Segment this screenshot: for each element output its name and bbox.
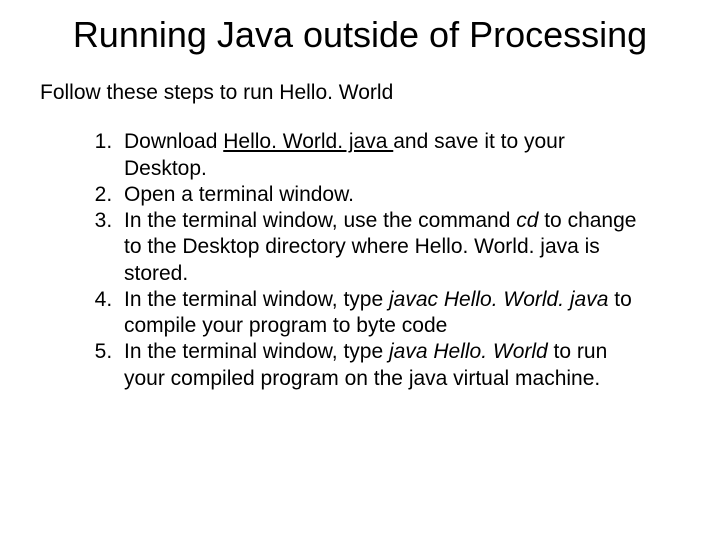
step-1-text-a: Download [124,130,223,153]
step-3: In the terminal window, use the command … [118,208,650,287]
step-1: Download Hello. World. java and save it … [118,129,650,182]
step-4-cmd: javac Hello. World. java [389,288,608,311]
steps-list: Download Hello. World. java and save it … [90,129,680,392]
step-3-text-a: In the terminal window, use the command [124,209,516,232]
step-5: In the terminal window, type java Hello.… [118,339,650,392]
step-4-text-a: In the terminal window, type [124,288,389,311]
step-2: Open a terminal window. [118,182,650,208]
step-5-text-a: In the terminal window, type [124,340,389,363]
step-3-cmd: cd [516,209,538,232]
slide: Running Java outside of Processing Follo… [0,0,720,540]
step-5-cmd: java Hello. World [389,340,548,363]
intro-text: Follow these steps to run Hello. World [40,81,680,105]
download-link[interactable]: Hello. World. java [223,130,393,153]
step-4: In the terminal window, type javac Hello… [118,287,650,340]
slide-title: Running Java outside of Processing [40,14,680,55]
